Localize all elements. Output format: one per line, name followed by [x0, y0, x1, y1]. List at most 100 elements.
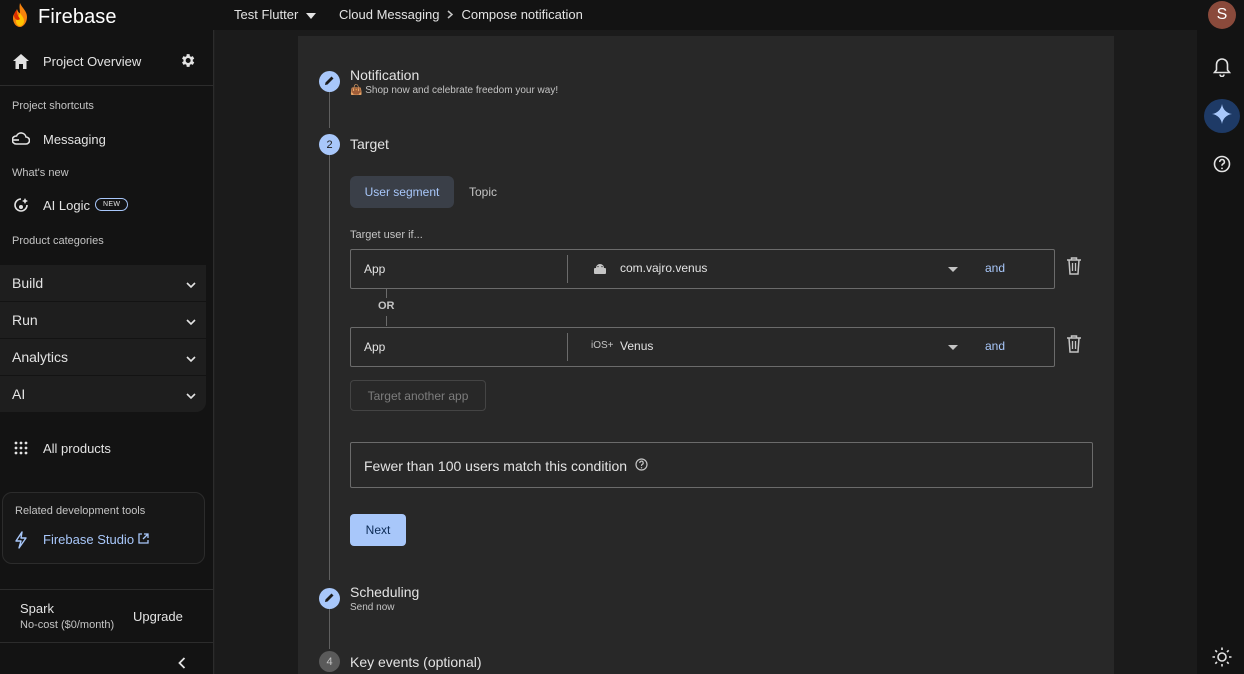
and-button[interactable]: and: [985, 339, 1005, 353]
avatar[interactable]: S: [1208, 1, 1236, 29]
firebase-studio-icon: [13, 531, 29, 554]
sidebar-divider: [0, 589, 214, 590]
firebase-studio-link[interactable]: Firebase Studio: [43, 532, 149, 547]
condition-divider: [567, 255, 568, 283]
firebase-logo[interactable]: Firebase: [10, 2, 117, 33]
pencil-icon: [324, 75, 335, 89]
breadcrumb-cloud-messaging[interactable]: Cloud Messaging: [339, 7, 439, 22]
category-analytics[interactable]: Analytics: [0, 339, 206, 375]
chevron-down-icon: [186, 276, 196, 292]
step-target-number: 2: [319, 134, 340, 155]
firebase-studio-label: Firebase Studio: [43, 532, 135, 547]
upgrade-button[interactable]: Upgrade: [133, 609, 183, 624]
category-label: AI: [12, 386, 26, 402]
all-products-label: All products: [43, 440, 111, 456]
related-tools-label: Related development tools: [15, 505, 146, 517]
ios-icon: iOS+: [591, 340, 614, 351]
target-another-app-button[interactable]: Target another app: [350, 380, 486, 411]
or-label: OR: [378, 300, 395, 312]
category-label: Build: [12, 275, 44, 291]
whats-new-label: What's new: [12, 167, 69, 179]
chevron-down-icon: [186, 313, 196, 329]
step-key-events-title[interactable]: Key events (optional): [350, 654, 482, 670]
category-label: Run: [12, 312, 38, 328]
delete-icon[interactable]: [1066, 257, 1082, 280]
dropdown-caret-icon[interactable]: [948, 267, 958, 272]
sidebar-divider: [0, 85, 214, 86]
step-notification-title[interactable]: Notification: [350, 67, 419, 83]
gemini-assistant-button[interactable]: [1204, 99, 1240, 133]
step-scheduling-subtitle: Send now: [350, 602, 395, 613]
caret-down-icon: [306, 7, 317, 22]
gemini-sparkle-icon: [1212, 103, 1232, 129]
delete-icon[interactable]: [1066, 335, 1082, 358]
step-notification-edit[interactable]: [319, 71, 340, 92]
stepper-line: [329, 155, 330, 580]
product-categories-label: Product categories: [12, 235, 104, 247]
step-key-events-number: 4: [319, 651, 340, 672]
reach-estimate-box: Fewer than 100 users match this conditio…: [350, 442, 1093, 488]
messaging-cloud-icon: [12, 130, 30, 148]
tab-user-segment[interactable]: User segment: [350, 176, 454, 208]
target-condition-row: App iOS+ Venus and: [350, 327, 1055, 367]
category-ai[interactable]: AI: [0, 376, 206, 412]
target-condition-row: App com.vajro.venus and: [350, 249, 1055, 289]
reach-estimate-text: Fewer than 100 users match this conditio…: [364, 458, 628, 474]
step-scheduling-title[interactable]: Scheduling: [350, 584, 419, 600]
plan-info: Spark No-cost ($0/month): [20, 601, 114, 631]
sidebar-item-ai-logic[interactable]: AI Logic NEW: [0, 194, 214, 216]
firebase-flame-icon: [10, 2, 30, 33]
related-tools-card: Related development tools Firebase Studi…: [2, 492, 205, 564]
notifications-bell-icon[interactable]: [1210, 55, 1234, 79]
home-icon: [12, 52, 30, 70]
condition-value[interactable]: com.vajro.venus: [620, 261, 707, 275]
category-label: Analytics: [12, 349, 69, 365]
and-button[interactable]: and: [985, 261, 1005, 275]
tab-topic[interactable]: Topic: [458, 176, 508, 208]
brand-name: Firebase: [38, 6, 117, 28]
chevron-down-icon: [186, 387, 196, 403]
chevron-down-icon: [186, 350, 196, 366]
messaging-label: Messaging: [43, 131, 106, 147]
chevron-right-icon: [447, 8, 454, 22]
category-run[interactable]: Run: [0, 302, 206, 338]
pencil-icon: [324, 592, 335, 606]
or-connector-line: [386, 316, 387, 326]
external-link-icon: [138, 532, 149, 547]
step-scheduling-edit[interactable]: [319, 588, 340, 609]
theme-toggle-sun-icon[interactable]: [1210, 645, 1234, 669]
stepper-line: [329, 609, 330, 649]
condition-field[interactable]: App: [364, 340, 385, 354]
dropdown-caret-icon[interactable]: [948, 345, 958, 350]
plan-name: Spark: [20, 601, 54, 616]
help-icon[interactable]: [635, 458, 648, 474]
android-icon: [593, 262, 607, 280]
target-user-if-label: Target user if...: [350, 229, 423, 241]
step-notification-subtitle: 👜 Shop now and celebrate freedom your wa…: [350, 85, 559, 96]
ai-logic-label: AI Logic: [43, 197, 90, 213]
step-target-title: Target: [350, 136, 389, 152]
collapse-sidebar-icon[interactable]: [178, 656, 186, 674]
stepper-line: [329, 92, 330, 128]
category-build[interactable]: Build: [0, 265, 206, 301]
help-icon[interactable]: [1210, 152, 1234, 176]
breadcrumb-compose: Compose notification: [461, 7, 583, 22]
new-badge: NEW: [95, 198, 129, 211]
next-button[interactable]: Next: [350, 514, 406, 546]
project-overview-label: Project Overview: [43, 53, 142, 69]
shortcuts-label: Project shortcuts: [12, 100, 94, 112]
breadcrumb: Cloud Messaging Compose notification: [339, 7, 583, 22]
gear-icon[interactable]: [179, 52, 196, 74]
sidebar-divider: [0, 642, 214, 643]
sidebar: Project Overview Project shortcuts Messa…: [0, 30, 214, 674]
condition-divider: [567, 333, 568, 361]
condition-field[interactable]: App: [364, 262, 385, 276]
condition-value[interactable]: Venus: [620, 339, 653, 353]
sidebar-item-all-products[interactable]: All products: [0, 437, 214, 459]
sidebar-item-messaging[interactable]: Messaging: [0, 128, 214, 150]
ai-logic-icon: [12, 196, 30, 214]
project-selector[interactable]: Test Flutter: [234, 7, 317, 22]
apps-grid-icon: [12, 439, 30, 457]
project-name: Test Flutter: [234, 7, 299, 22]
top-bar: Firebase Test Flutter Cloud Messaging Co…: [0, 0, 1197, 30]
